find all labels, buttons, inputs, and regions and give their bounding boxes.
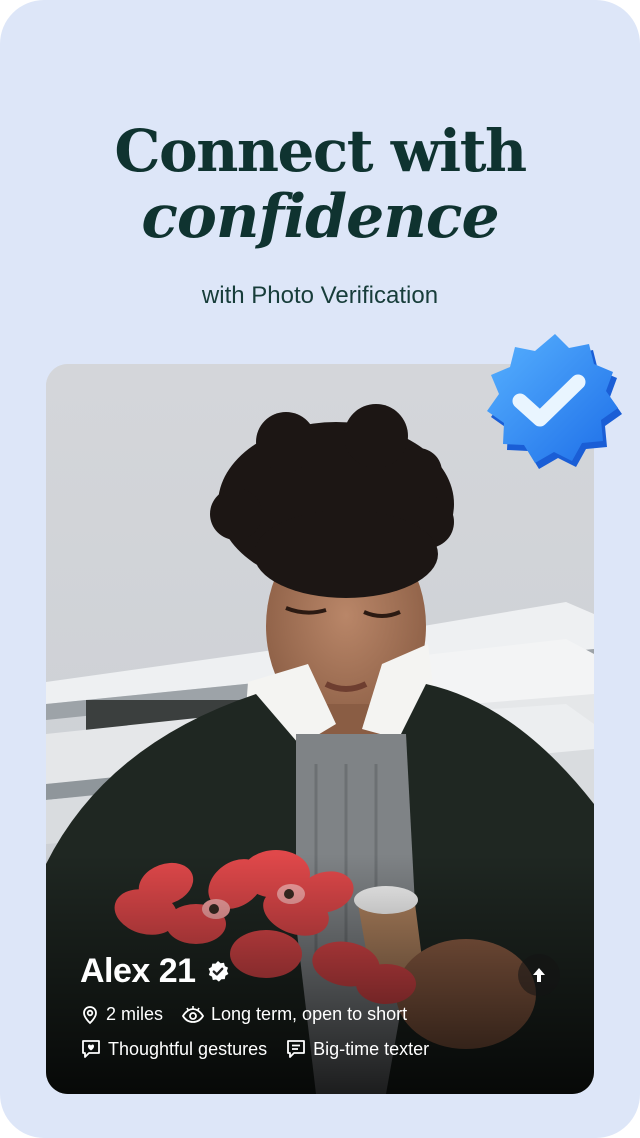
- looking-for-chip: Long term, open to short: [181, 1004, 407, 1025]
- distance-text: 2 miles: [106, 1004, 164, 1024]
- prompt-chip-1: Thoughtful gestures: [80, 1038, 267, 1060]
- eye-icon: [181, 1005, 205, 1023]
- chat-bubble-icon: [287, 1040, 306, 1058]
- arrow-up-icon: [533, 968, 545, 982]
- headline-line-1: Connect with: [114, 117, 527, 185]
- expand-profile-button[interactable]: [518, 954, 560, 996]
- profile-name: Alex 21: [80, 952, 196, 990]
- verified-badge-3d-icon: [487, 334, 622, 469]
- info-row-basics: 2 miles Long term, open to short: [80, 1004, 425, 1025]
- looking-for-text: Long term, open to short: [211, 1004, 408, 1024]
- headline: Connect with confidence: [0, 118, 640, 250]
- location-pin-icon: [83, 1005, 97, 1024]
- verified-check-icon: [206, 960, 230, 984]
- promo-screen: Connect with confidence with Photo Verif…: [0, 0, 640, 1138]
- headline-line-2: confidence: [141, 182, 499, 252]
- info-row-prompts: Thoughtful gestures Big-time texter: [80, 1038, 447, 1060]
- prompt-text-2: Big-time texter: [313, 1038, 430, 1059]
- prompt-text-1: Thoughtful gestures: [108, 1038, 268, 1059]
- heart-speech-icon: [82, 1040, 100, 1058]
- subtitle: with Photo Verification: [201, 282, 439, 309]
- name-row: Alex 21: [80, 952, 230, 991]
- distance-chip: 2 miles: [80, 1004, 163, 1025]
- prompt-chip-2: Big-time texter: [285, 1038, 429, 1060]
